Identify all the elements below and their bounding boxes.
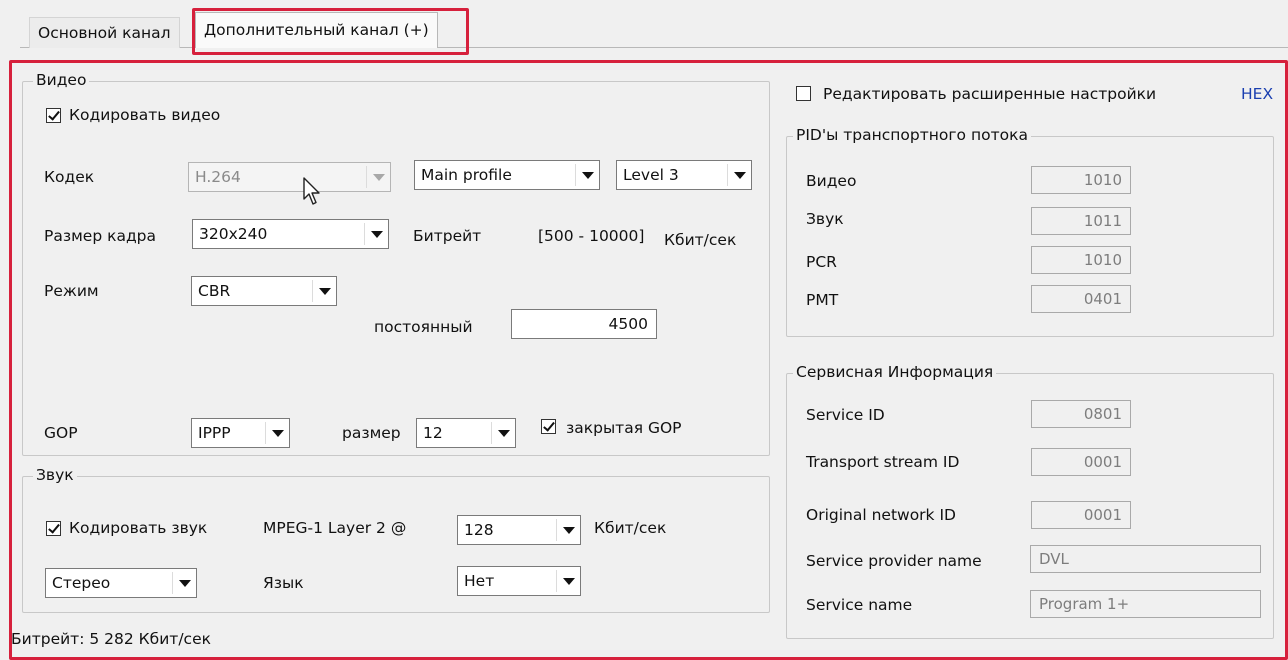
service-id-field[interactable]: 0801: [1031, 400, 1131, 428]
chevron-down-icon: [556, 570, 578, 592]
pid-video-field[interactable]: 1010: [1031, 166, 1131, 194]
service-info-group-title: Сервисная Информация: [793, 363, 997, 381]
bitrate-label: Битрейт: [413, 227, 482, 245]
mouse-cursor-icon: [303, 177, 320, 205]
mode-value: CBR: [198, 282, 231, 300]
pid-pmt-label: PMT: [806, 291, 839, 309]
gop-value: IPPP: [198, 424, 231, 442]
codec-label: Кодек: [44, 168, 95, 186]
pid-group: [786, 136, 1274, 337]
language-select[interactable]: Нет: [457, 566, 581, 596]
ts-id-label: Transport stream ID: [806, 453, 960, 471]
pid-pcr-field[interactable]: 1010: [1031, 246, 1131, 274]
gop-size-select[interactable]: 12: [416, 418, 516, 448]
chevron-down-icon: [575, 164, 597, 186]
gop-size-label: размер: [342, 424, 401, 442]
pid-group-title: PID'ы транспортного потока: [793, 126, 1031, 144]
level-select[interactable]: Level 3: [616, 160, 752, 190]
service-name-field[interactable]: Program 1+: [1030, 590, 1261, 618]
service-name-label: Service name: [806, 596, 913, 614]
edit-advanced-label: Редактировать расширенные настройки: [823, 85, 1157, 103]
bitrate-unit: Кбит/сек: [664, 231, 737, 249]
pid-pmt-field[interactable]: 0401: [1031, 285, 1131, 313]
gop-size-value: 12: [423, 424, 443, 442]
status-bitrate-text: Битрейт: 5 282 Кбит/сек: [11, 630, 211, 648]
pid-pcr-label: PCR: [806, 253, 837, 271]
frame-size-select[interactable]: 320x240: [192, 219, 389, 249]
video-group-title: Видео: [33, 71, 90, 89]
codec-select[interactable]: H.264: [188, 162, 391, 192]
audio-channels-select[interactable]: Стерео: [45, 568, 197, 598]
closed-gop-label: закрытая GOP: [566, 419, 682, 437]
provider-name-label: Service provider name: [806, 552, 982, 570]
frame-size-label: Размер кадра: [44, 227, 156, 245]
audio-bitrate-value: 128: [464, 521, 494, 539]
gop-label: GOP: [44, 424, 78, 442]
audio-group-title: Звук: [33, 466, 77, 484]
frame-size-value: 320x240: [199, 225, 268, 243]
bitrate-range: [500 - 10000]: [538, 227, 645, 245]
pid-audio-label: Звук: [806, 210, 844, 228]
constant-label: постоянный: [374, 318, 473, 336]
service-id-label: Service ID: [806, 406, 885, 424]
pid-audio-field[interactable]: 1011: [1031, 207, 1131, 235]
audio-bitrate-select[interactable]: 128: [457, 515, 581, 545]
audio-channels-value: Стерео: [52, 574, 111, 592]
encode-video-checkbox[interactable]: [46, 108, 61, 123]
chevron-down-icon: [366, 166, 388, 188]
language-label: Язык: [263, 574, 304, 592]
encode-audio-checkbox[interactable]: [46, 521, 61, 536]
encode-video-label: Кодировать видео: [69, 106, 221, 124]
gop-select[interactable]: IPPP: [191, 418, 290, 448]
language-value: Нет: [464, 572, 495, 590]
chevron-down-icon: [727, 164, 749, 186]
profile-value: Main profile: [421, 166, 512, 184]
closed-gop-checkbox[interactable]: [541, 419, 556, 434]
tab-main-channel[interactable]: Основной канал: [29, 17, 180, 48]
video-group: [22, 81, 770, 456]
audio-bitrate-unit: Кбит/сек: [594, 519, 667, 537]
edit-advanced-checkbox[interactable]: [796, 86, 811, 101]
constant-bitrate-input[interactable]: 4500: [511, 309, 657, 339]
level-value: Level 3: [623, 166, 679, 184]
encode-audio-label: Кодировать звук: [69, 519, 208, 537]
tab-highlight-frame: [192, 8, 469, 55]
codec-value: H.264: [195, 168, 241, 186]
chevron-down-icon: [312, 280, 334, 302]
chevron-down-icon: [265, 422, 287, 444]
provider-name-field[interactable]: DVL: [1030, 545, 1261, 573]
chevron-down-icon: [491, 422, 513, 444]
audio-codec-text: MPEG-1 Layer 2 @: [263, 519, 407, 537]
chevron-down-icon: [172, 572, 194, 594]
ts-id-field[interactable]: 0001: [1031, 448, 1131, 476]
hex-link[interactable]: HEX: [1241, 84, 1273, 104]
chevron-down-icon: [556, 519, 578, 541]
pid-video-label: Видео: [806, 172, 857, 190]
onid-label: Original network ID: [806, 506, 956, 524]
onid-field[interactable]: 0001: [1031, 501, 1131, 529]
mode-label: Режим: [44, 282, 99, 300]
mode-select[interactable]: CBR: [191, 276, 337, 306]
chevron-down-icon: [364, 223, 386, 245]
profile-select[interactable]: Main profile: [414, 160, 600, 190]
